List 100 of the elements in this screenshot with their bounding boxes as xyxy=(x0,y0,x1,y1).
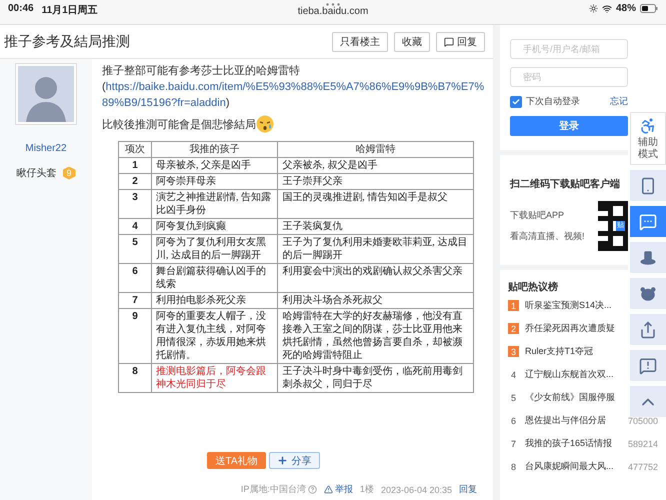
battery-percent: 48% xyxy=(616,3,636,14)
status-time: 00:46 xyxy=(8,3,34,16)
check-icon xyxy=(512,98,520,106)
table-cell: 推测电影篇后，阿夸会跟神木光同归于尽 xyxy=(152,364,278,392)
topic-count: 477752 xyxy=(628,462,658,472)
more-icon[interactable] xyxy=(326,3,340,6)
author-name[interactable]: Misher22 xyxy=(25,143,67,154)
topic-title: 台风康妮瞬间最大风... xyxy=(525,460,614,473)
phone-icon xyxy=(639,176,657,194)
side-tool-button[interactable] xyxy=(630,314,666,345)
username-field[interactable]: 手机号/用户名/邮箱 xyxy=(510,39,628,59)
share-icon xyxy=(639,320,657,338)
rank-number: 4 xyxy=(510,369,517,380)
table-cell: 阿夸复仇到疯癫 xyxy=(152,218,278,234)
remember-label: 下次自动登录 xyxy=(526,95,581,108)
reply-link[interactable]: 回复 xyxy=(459,483,477,496)
table-cell: 王子崇拜父亲 xyxy=(278,174,474,190)
table-cell: 演艺之神推进剧情, 告知露比凶手身份 xyxy=(152,190,278,218)
wifi-icon xyxy=(602,4,612,14)
table-cell: 利用决斗场合杀死叔父 xyxy=(278,292,474,308)
side-tool-button[interactable] xyxy=(630,386,666,417)
ip-location: IP属地:中国台湾 xyxy=(240,483,317,496)
password-field[interactable]: 密码 xyxy=(510,67,628,87)
rank-number: 5 xyxy=(510,392,517,403)
column-header: 我推的孩子 xyxy=(152,142,278,158)
table-cell: 王子装疯复仇 xyxy=(278,218,474,234)
table-cell: 王子为了复仇利用未婚妻欧菲莉亚, 达成目的后一脚踢开 xyxy=(278,234,474,264)
topic-title: Ruler支持T1夺冠 xyxy=(525,345,594,358)
table-cell: 阿夸为了复仇利用女友黑川, 达成目的后一脚踢开 xyxy=(152,234,278,264)
accessibility-icon xyxy=(639,116,657,134)
table-cell: 阿夸崇拜母亲 xyxy=(152,174,278,190)
plus-icon xyxy=(276,455,288,466)
rank-number: 2 xyxy=(508,323,519,334)
table-cell: 利用拍电影杀死父亲 xyxy=(152,292,278,308)
chat-icon xyxy=(639,212,657,230)
floor-number: 1楼 xyxy=(360,483,374,496)
table-cell: 阿夸的重要友人帽子，没有进入复仇主线，对阿夸用情很深，赤坂用她来烘托剧情。 xyxy=(152,308,278,364)
side-tool-button[interactable] xyxy=(630,278,666,309)
app-promo-text: 看高清直播、视频! xyxy=(510,230,585,243)
table-cell: 8 xyxy=(118,364,152,392)
reply-button[interactable]: 回复 xyxy=(436,32,485,52)
column-header: 哈姆雷特 xyxy=(278,142,474,158)
qr-code-icon xyxy=(598,201,628,251)
emoji-icon xyxy=(256,115,274,133)
post-text: 比較後推測可能會是個悲慘結局 xyxy=(102,118,256,133)
table-cell: 6 xyxy=(118,264,152,292)
battery-icon xyxy=(640,4,658,13)
topic-title: 《少女前线》国服停服 xyxy=(525,391,615,404)
side-tool-button[interactable] xyxy=(630,350,666,381)
table-cell: 3 xyxy=(118,190,152,218)
topic-title: 恩佐提出与伴侣分居 xyxy=(525,414,606,427)
topic-title: 听泉鉴宝预测S14决... xyxy=(525,299,612,312)
help-icon xyxy=(308,485,317,494)
table-cell: 利用宴会中演出的戏剧确认叔父杀害父亲 xyxy=(278,264,474,292)
table-cell: 舞台剧篇获得确认凶手的线索 xyxy=(152,264,278,292)
table-cell: 母亲被杀, 父亲是凶手 xyxy=(152,158,278,174)
side-tool-button[interactable] xyxy=(630,170,666,201)
forgot-link[interactable]: 忘记 xyxy=(610,95,628,108)
report-link[interactable]: 举报 xyxy=(324,483,353,496)
table-cell: 1 xyxy=(118,158,152,174)
rank-number: 8 xyxy=(510,461,517,472)
rank-number: 1 xyxy=(508,300,519,311)
table-cell: 王子决斗时身中毒剑受伤，临死前用毒剑刺杀叔父，同归于尽 xyxy=(278,364,474,392)
address-url[interactable]: tieba.baidu.com xyxy=(298,6,368,17)
login-button[interactable]: 登录 xyxy=(510,116,628,136)
warning-icon xyxy=(324,485,333,494)
app-promo-text: 下载贴吧APP xyxy=(510,209,566,222)
side-tool-button[interactable]: 辅助模式 xyxy=(630,112,666,165)
table-cell: 5 xyxy=(118,234,152,264)
toolbar-button[interactable]: 收藏 xyxy=(394,32,430,52)
column-header: 项次 xyxy=(118,142,152,158)
side-tool-button[interactable] xyxy=(630,206,666,237)
side-tool-button[interactable] xyxy=(630,242,666,273)
share-button[interactable]: 分享 xyxy=(268,452,320,469)
avatar-icon xyxy=(15,63,77,125)
table-cell: 9 xyxy=(118,308,152,364)
rank-number: 3 xyxy=(508,346,519,357)
section-title: 贴吧热议榜 xyxy=(508,280,558,294)
thread-title: 推子参考及結局推测 xyxy=(4,32,131,50)
table-cell: 4 xyxy=(118,218,152,234)
topic-title: 乔任梁死因再次遭质疑 xyxy=(525,322,615,335)
baike-link[interactable]: (https://baike.baidu.com/item/%E5%93%88%E5%A7%86%E9%9B%B7%E7%89%B9/15196?fr=aladdin) xyxy=(102,79,485,111)
table-cell: 7 xyxy=(118,292,152,308)
report-icon xyxy=(639,356,657,374)
topic-title: 辽宁舰山东舰首次双... xyxy=(525,368,614,381)
table-cell: 2 xyxy=(118,174,152,190)
topic-title: 我推的孩子165话情报 xyxy=(525,437,612,450)
author-title: 瞅仔头套 xyxy=(16,166,56,180)
table-cell: 哈姆雷特在大学的好友赫瑞修，他没有直接卷入王室之间的阴谋，莎士比亚用他来烘托剧情，虽然他曾扬言要自杀，却被濒死的哈姆雷特阻止 xyxy=(278,308,474,364)
post-text: 推子整部可能有参考莎士比亚的哈姆雷特 xyxy=(102,64,301,79)
section-title: 扫二维码下载贴吧客户端 xyxy=(510,177,621,191)
rank-number: 7 xyxy=(510,438,517,449)
remember-checkbox[interactable] xyxy=(510,96,522,108)
topic-count: 589214 xyxy=(628,438,658,448)
toolbar-button[interactable]: 只看楼主 xyxy=(332,32,388,52)
rank-number: 6 xyxy=(510,415,517,426)
bear-icon xyxy=(639,284,657,302)
hat-icon xyxy=(639,248,657,266)
status-date: 11月1日周五 xyxy=(42,4,98,17)
table-cell: 国王的灵魂推进剧, 情告知凶手是叔父 xyxy=(278,190,474,218)
